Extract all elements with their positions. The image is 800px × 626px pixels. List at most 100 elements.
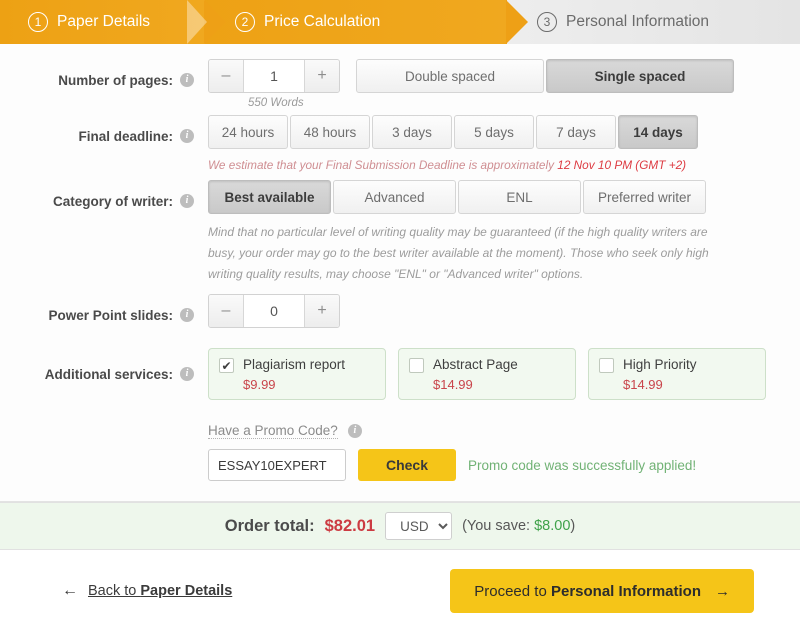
step-1-number: 1	[28, 12, 48, 32]
promo-question: Have a Promo Code? i	[208, 423, 362, 440]
spacing-option-group: Double spaced Single spaced	[356, 59, 734, 93]
arrow-left-icon: ←	[62, 582, 78, 600]
promo-code-input[interactable]	[208, 449, 346, 482]
form-footer: ← Back to Paper Details Proceed to Perso…	[0, 550, 800, 626]
order-total-label: Order total:	[224, 516, 315, 535]
deadline-option-7-days[interactable]: 7 days	[536, 115, 616, 149]
row-category-of-writer: Category of writer: i Best available Adv…	[0, 180, 800, 284]
pages-decrement-button[interactable]: –	[209, 60, 243, 92]
spacing-option-single[interactable]: Single spaced	[546, 59, 734, 93]
step-2-label: Price Calculation	[264, 13, 381, 30]
deadline-option-14-days[interactable]: 14 days	[618, 115, 698, 149]
writer-option-group: Best available Advanced ENL Preferred wr…	[208, 180, 706, 215]
promo-question-link[interactable]: Have a Promo Code?	[208, 423, 338, 440]
arrow-right-icon: →	[715, 582, 730, 600]
service-plagiarism-report-price: $9.99	[243, 377, 276, 393]
field-category-of-writer: Best available Advanced ENL Preferred wr…	[208, 180, 782, 284]
deadline-option-24-hours[interactable]: 24 hours	[208, 115, 288, 149]
checkbox-abstract-page[interactable]	[409, 358, 424, 374]
label-category-of-writer: Category of writer: i	[18, 180, 208, 222]
spacing-option-double[interactable]: Double spaced	[356, 59, 544, 93]
proceed-prefix: Proceed to	[474, 582, 551, 600]
info-icon-final-deadline[interactable]: i	[180, 129, 194, 143]
service-high-priority-price: $14.99	[623, 377, 663, 393]
row-number-of-pages: Number of pages: i – 1 + 550 Words Doubl…	[0, 44, 800, 109]
service-abstract-page-price: $14.99	[433, 377, 473, 393]
service-abstract-page[interactable]: Abstract Page $14.99	[398, 348, 576, 401]
label-final-deadline: Final deadline: i	[18, 115, 208, 157]
deadline-estimate-prefix: We estimate that your Final Submission D…	[208, 158, 558, 172]
label-additional-services-text: Additional services:	[44, 366, 173, 382]
proceed-to-personal-information-button[interactable]: Proceed to Personal Information →	[450, 569, 754, 614]
step-3-label: Personal Information	[566, 13, 710, 30]
promo-section: Have a Promo Code? i Check Promo code wa…	[0, 422, 800, 501]
info-icon-category-of-writer[interactable]: i	[180, 194, 194, 209]
pages-value-input[interactable]: 1	[243, 60, 305, 92]
you-save-text: (You save: $8.00)	[462, 518, 575, 534]
step-1-label: Paper Details	[57, 13, 151, 30]
pages-stepper[interactable]: – 1 +	[208, 59, 340, 93]
label-number-of-pages-text: Number of pages:	[58, 72, 173, 88]
promo-input-row: Check Promo code was successfully applie…	[208, 449, 782, 482]
you-save-amount: $8.00	[534, 518, 571, 535]
pages-increment-button[interactable]: +	[305, 60, 339, 92]
checkbox-plagiarism-report[interactable]: ✔	[219, 358, 234, 374]
label-number-of-pages: Number of pages: i	[18, 59, 208, 101]
order-form-page: 1 Paper Details 2 Price Calculation 3 Pe…	[0, 0, 800, 626]
info-icon-additional-services[interactable]: i	[180, 367, 194, 382]
writer-option-best-available[interactable]: Best available	[208, 180, 331, 215]
order-total-bar: Order total: $82.01 USD (You save: $8.00…	[0, 502, 800, 551]
service-abstract-page-text: Abstract Page $14.99	[433, 356, 518, 392]
you-save-prefix: (You save:	[462, 518, 535, 535]
back-link-text: Back to Paper Details	[88, 583, 232, 599]
field-final-deadline: 24 hours 48 hours 3 days 5 days 7 days 1…	[208, 115, 782, 174]
field-additional-services: ✔ Plagiarism report $9.99 Abstract Page …	[208, 348, 782, 401]
info-icon-promo-code[interactable]: i	[347, 424, 362, 439]
info-icon-number-of-pages[interactable]: i	[180, 73, 194, 87]
deadline-estimate-text: We estimate that your Final Submission D…	[208, 156, 782, 174]
slides-stepper[interactable]: – 0 +	[208, 294, 340, 329]
deadline-option-48-hours[interactable]: 48 hours	[290, 115, 370, 149]
label-powerpoint-slides: Power Point slides: i	[18, 294, 208, 336]
step-paper-details[interactable]: 1 Paper Details	[0, 0, 226, 44]
writer-option-enl[interactable]: ENL	[458, 180, 581, 215]
back-to-paper-details-link[interactable]: ← Back to Paper Details	[62, 582, 232, 600]
label-powerpoint-slides-text: Power Point slides:	[48, 307, 173, 323]
service-high-priority[interactable]: High Priority $14.99	[588, 348, 766, 401]
promo-check-button[interactable]: Check	[358, 449, 456, 482]
label-additional-services: Additional services: i	[18, 348, 208, 400]
step-price-calculation[interactable]: 2 Price Calculation	[187, 0, 528, 44]
writer-option-preferred-writer[interactable]: Preferred writer	[583, 180, 706, 215]
order-total-amount: $82.01	[324, 516, 376, 535]
proceed-button-text: Proceed to Personal Information	[474, 583, 701, 600]
label-category-of-writer-text: Category of writer:	[52, 193, 173, 209]
deadline-option-group: 24 hours 48 hours 3 days 5 days 7 days 1…	[208, 115, 698, 149]
step-3-number: 3	[537, 12, 557, 32]
label-final-deadline-text: Final deadline:	[78, 128, 173, 144]
checkbox-high-priority[interactable]	[599, 358, 614, 374]
pages-word-count: 550 Words	[248, 97, 304, 109]
slides-decrement-button[interactable]: –	[209, 295, 243, 328]
deadline-option-3-days[interactable]: 3 days	[372, 115, 452, 149]
writer-option-advanced[interactable]: Advanced	[333, 180, 456, 215]
service-plagiarism-report[interactable]: ✔ Plagiarism report $9.99	[208, 348, 386, 401]
field-number-of-pages: – 1 + 550 Words Double spaced Single spa…	[208, 59, 782, 109]
step-2-number: 2	[235, 12, 255, 32]
deadline-option-5-days[interactable]: 5 days	[454, 115, 534, 149]
service-abstract-page-name: Abstract Page	[433, 357, 518, 373]
service-plagiarism-report-text: Plagiarism report $9.99	[243, 356, 345, 392]
info-icon-powerpoint-slides[interactable]: i	[180, 308, 194, 323]
writer-quality-note: Mind that no particular level of writing…	[208, 225, 709, 281]
step-divider-1	[187, 0, 207, 44]
row-additional-services: Additional services: i ✔ Plagiarism repo…	[0, 348, 800, 401]
back-link-prefix: Back to	[88, 583, 141, 600]
you-save-suffix: )	[570, 518, 576, 535]
additional-services-list: ✔ Plagiarism report $9.99 Abstract Page …	[208, 348, 782, 401]
service-plagiarism-report-name: Plagiarism report	[243, 357, 346, 373]
currency-select[interactable]: USD	[385, 512, 453, 541]
row-final-deadline: Final deadline: i 24 hours 48 hours 3 da…	[0, 115, 800, 174]
slides-increment-button[interactable]: +	[305, 295, 339, 328]
step-personal-information[interactable]: 3 Personal Information	[489, 0, 800, 44]
slides-value-input[interactable]: 0	[243, 295, 305, 328]
promo-success-message: Promo code was successfully applied!	[468, 457, 697, 473]
